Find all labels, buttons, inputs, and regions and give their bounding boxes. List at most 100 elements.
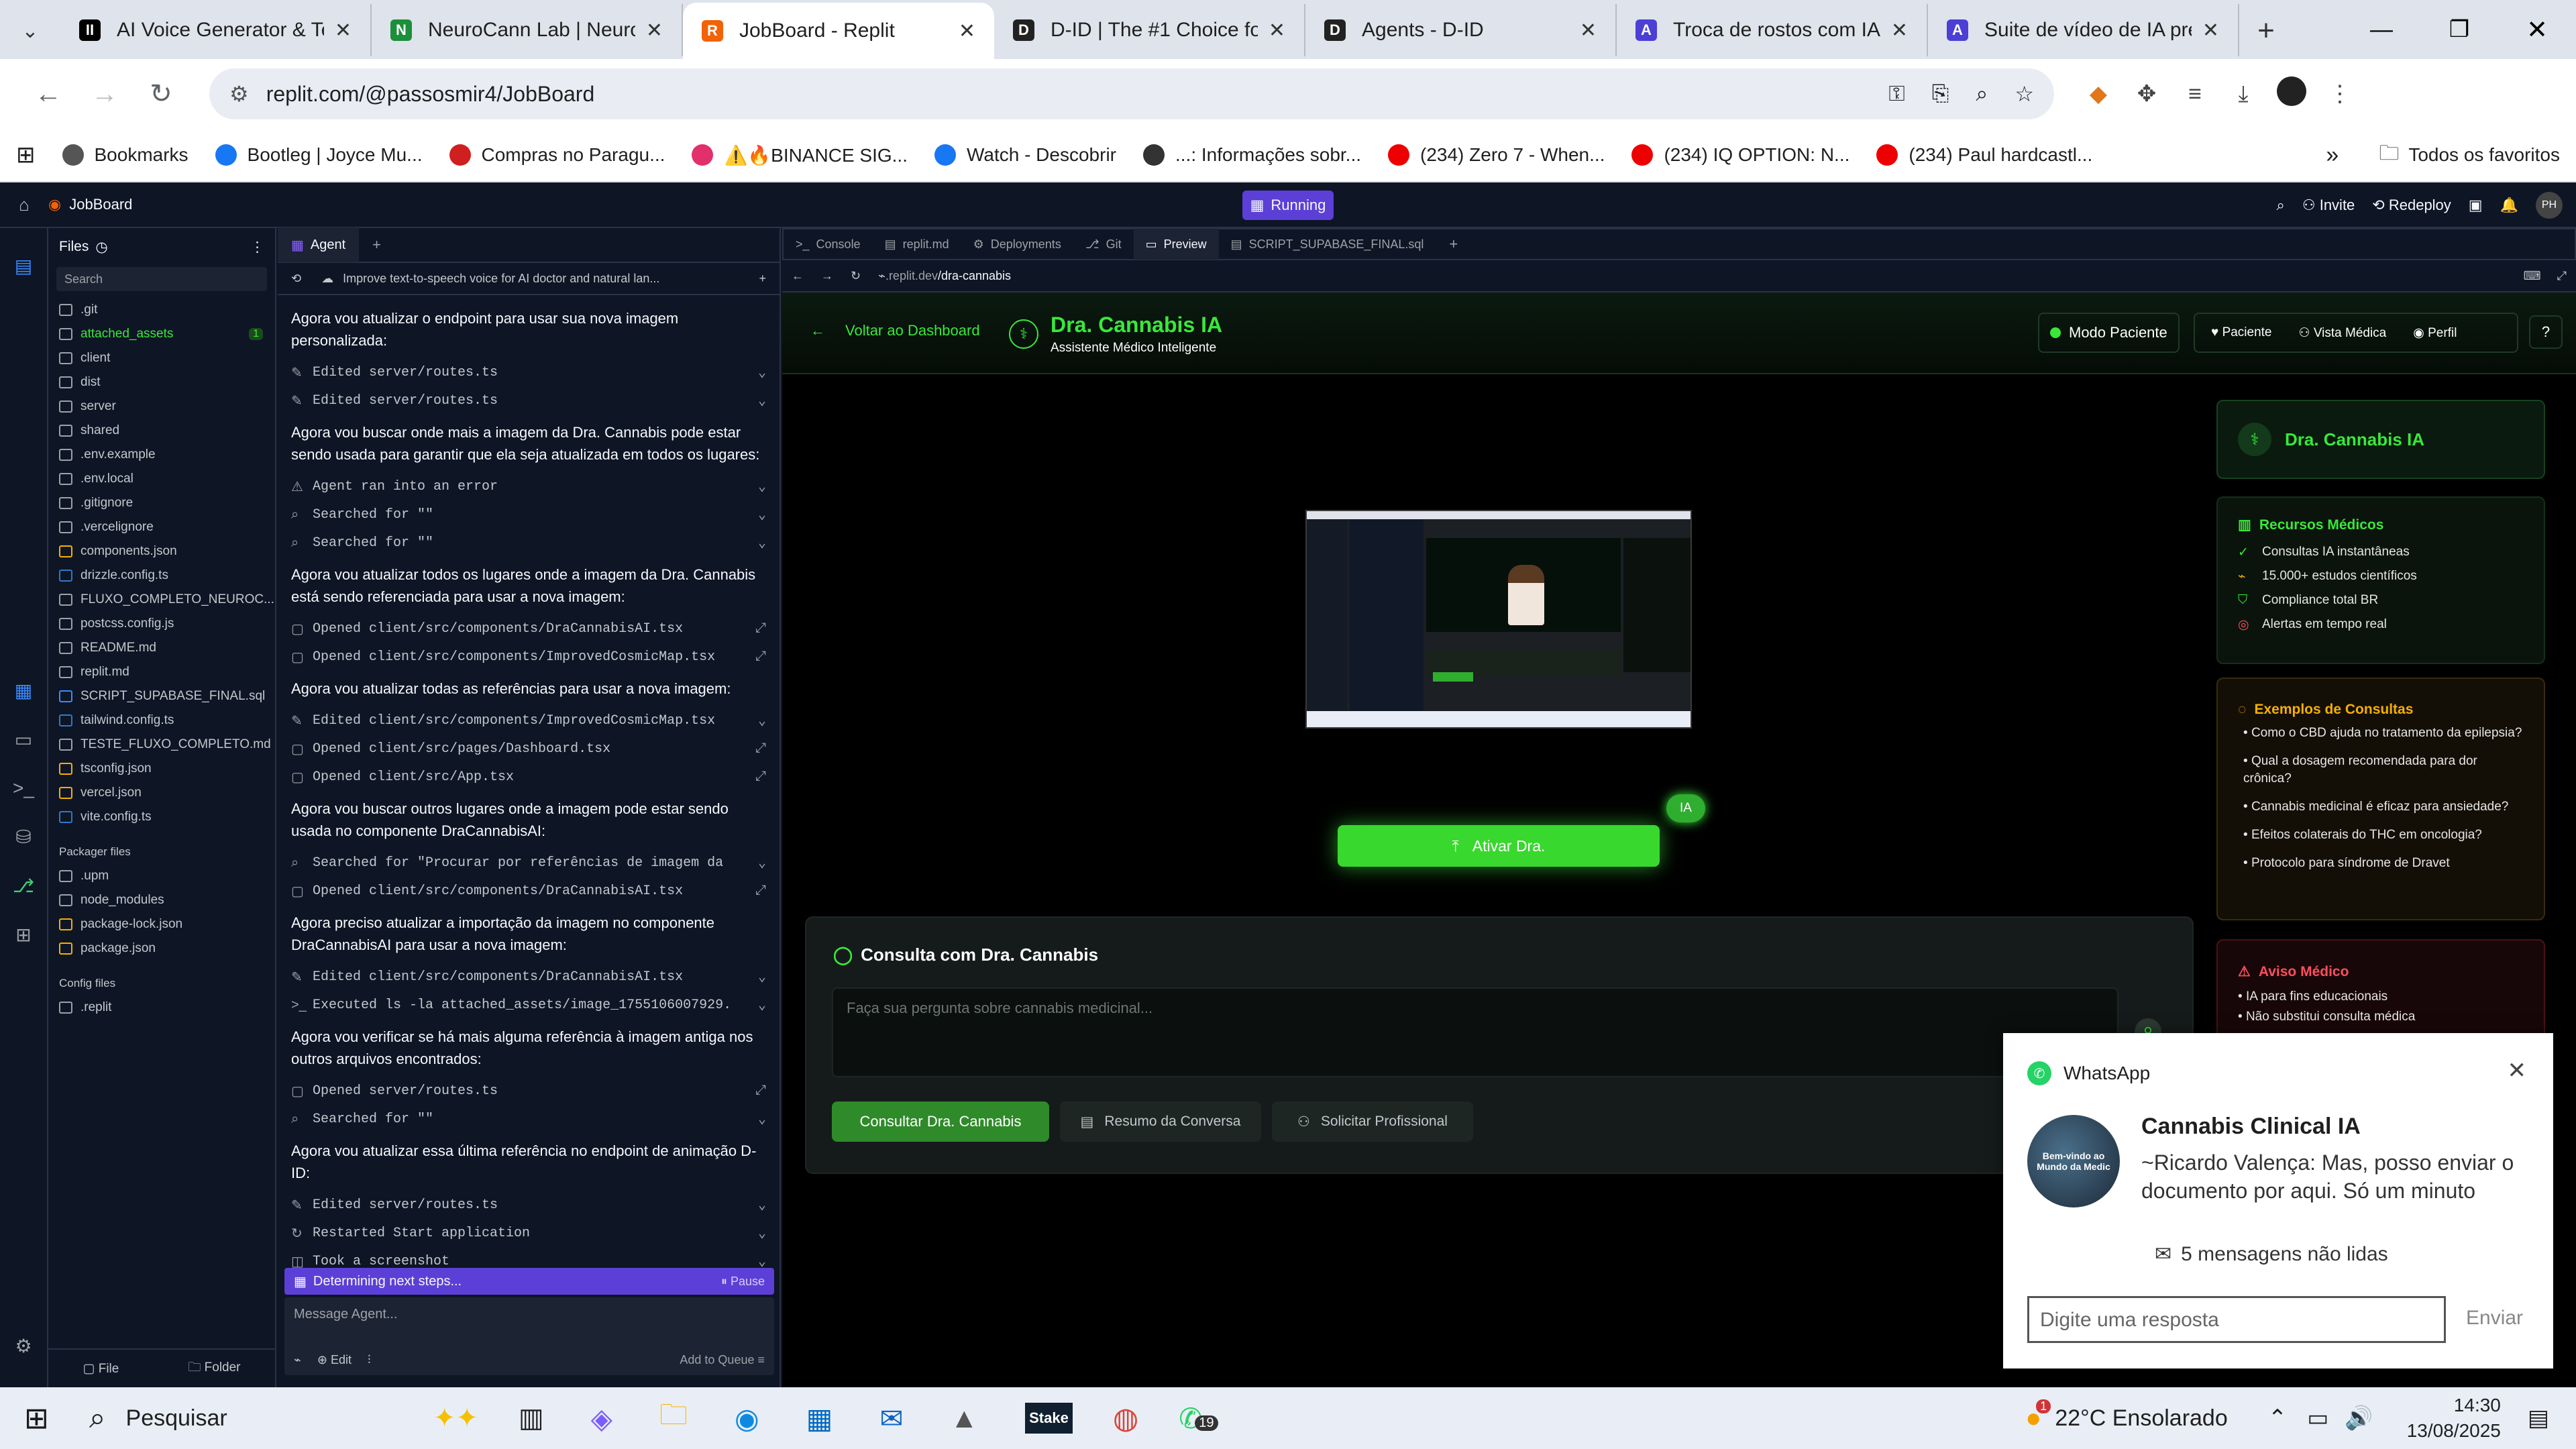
weather-text[interactable]: 22°C Ensolarado <box>2055 1405 2227 1432</box>
app-icon[interactable]: ▲ <box>951 1402 979 1434</box>
file-tree-item[interactable]: dist <box>48 370 275 394</box>
edit-mode-button[interactable]: ⊕ Edit <box>317 1353 352 1367</box>
nav-vista-medica[interactable]: ⚇ Vista Médica <box>2299 325 2387 341</box>
agent-action-row[interactable]: >_ Executed ls -la attached_assets/image_… <box>278 991 780 1019</box>
expand-icon[interactable]: ⌄ <box>758 968 766 985</box>
preview-devtools-icon[interactable]: ⌨ <box>2524 269 2541 283</box>
apps-icon[interactable]: ▦ <box>0 680 47 702</box>
volume-icon[interactable]: 🔊 <box>2345 1405 2373 1432</box>
summary-button[interactable]: ▤ Resumo da Conversa <box>1060 1102 1261 1142</box>
file-explorer-icon[interactable]: 🗀 <box>659 1395 688 1442</box>
file-tree-item[interactable]: .git <box>48 298 275 322</box>
example-query[interactable]: • Qual a dosagem recomendada para dor cr… <box>2238 753 2524 788</box>
agent-action-row[interactable]: ✎ Edited server/routes.ts ⌄ <box>278 386 780 415</box>
back-to-dashboard-link[interactable]: ← Voltar ao Dashboard <box>810 322 980 339</box>
file-tree-item[interactable]: package-lock.json <box>48 912 275 936</box>
new-folder-button[interactable]: 🗀 Folder <box>188 1358 240 1379</box>
expand-icon[interactable]: ⌄ <box>758 392 766 409</box>
file-tree-item[interactable]: replit.md <box>48 660 275 684</box>
zoom-icon[interactable]: ⌕ <box>1976 81 1988 107</box>
git-icon[interactable]: ⎇ <box>0 875 47 897</box>
home-icon[interactable]: ⌂ <box>0 195 48 215</box>
tab-close-icon[interactable]: ✕ <box>335 19 352 42</box>
add-to-queue-button[interactable]: Add to Queue ≡ <box>680 1353 765 1367</box>
install-icon[interactable]: ⎘ <box>1932 81 1949 107</box>
agent-action-row[interactable]: ✎ Edited client/src/components/DraCannabi… <box>278 963 780 991</box>
agent-action-row[interactable]: ▢ Opened server/routes.ts ⤢ <box>278 1077 780 1105</box>
metamask-extension-icon[interactable]: ◆ <box>2074 80 2123 107</box>
forward-arrow-icon[interactable]: → <box>76 79 133 109</box>
pause-button[interactable]: ⏸ Pause <box>721 1275 765 1289</box>
edge-icon[interactable]: ◉ <box>735 1402 759 1435</box>
activate-button[interactable]: ⤒ Ativar Dra. <box>1338 825 1660 867</box>
example-query[interactable]: • Efeitos colaterais do THC em oncologia… <box>2238 826 2524 844</box>
pane-tab[interactable]: ⚙ Deployments <box>961 229 1073 260</box>
agent-action-row[interactable]: ✎ Edited client/src/components/ImprovedCo… <box>278 706 780 735</box>
agent-action-row[interactable]: ✎ Edited server/routes.ts ⌄ <box>278 1191 780 1219</box>
expand-icon[interactable]: ⤢ <box>755 649 766 665</box>
file-tree-item[interactable]: SCRIPT_SUPABASE_FINAL.sql <box>48 684 275 708</box>
chrome-icon[interactable]: ◍ <box>1113 1401 1138 1436</box>
agent-action-row[interactable]: ▢ Opened client/src/App.tsx ⤢ <box>278 763 780 791</box>
file-tree-item[interactable]: tsconfig.json <box>48 757 275 781</box>
tools-icon[interactable]: ⊞ <box>0 924 47 946</box>
tab-agent[interactable]: ▦ Agent <box>278 227 360 262</box>
file-tree-item[interactable]: .env.example <box>48 443 275 467</box>
restore-button[interactable]: ❐ <box>2420 0 2498 59</box>
star-icon[interactable]: ☆ <box>2015 81 2034 107</box>
preview-forward-icon[interactable]: → <box>821 269 833 283</box>
reload-icon[interactable]: ↻ <box>133 78 189 109</box>
preview-url-path[interactable]: /dra-cannabis <box>938 269 1011 283</box>
new-file-button[interactable]: ▢ File <box>83 1361 119 1377</box>
download-icon[interactable]: ⤓ <box>2219 81 2267 107</box>
example-query[interactable]: • Como o CBD ajuda no tratamento da epil… <box>2238 724 2524 742</box>
thread-title[interactable]: Improve text-to-speech voice for AI doct… <box>343 272 659 286</box>
new-thread-icon[interactable]: + <box>759 272 766 286</box>
store-icon[interactable]: ▦ <box>806 1402 833 1435</box>
file-tree-item[interactable]: .vercelignore <box>48 515 275 539</box>
weather-icon[interactable]: ● 1 <box>2025 1399 2051 1434</box>
expand-icon[interactable]: ⤢ <box>755 1083 766 1099</box>
agent-action-row[interactable]: ⚠ Agent ran into an error ⌄ <box>278 472 780 500</box>
agent-action-row[interactable]: ⌕ Searched for "Procurar por referências … <box>278 849 780 877</box>
preview-icon[interactable]: ▭ <box>0 729 47 751</box>
bookmark-item[interactable]: ⚠️🔥BINANCE SIG... <box>692 144 908 166</box>
professional-button[interactable]: ⚇ Solicitar Profissional <box>1272 1102 1473 1142</box>
agent-action-row[interactable]: ↻ Restarted Start application ⌄ <box>278 1219 780 1247</box>
file-tree-item[interactable]: attached_assets 1 <box>48 322 275 346</box>
consult-textarea[interactable]: Faça sua pergunta sobre cannabis medicin… <box>832 987 2118 1077</box>
redeploy-button[interactable]: ⟲ Redeploy <box>2372 197 2451 214</box>
tab-close-icon[interactable]: ✕ <box>646 19 663 42</box>
site-info-icon[interactable]: ⚙ <box>229 81 249 107</box>
reply-input[interactable]: Digite uma resposta <box>2027 1296 2446 1343</box>
notifications-icon[interactable]: 🔔 <box>2500 197 2518 214</box>
expand-icon[interactable]: ⌄ <box>758 712 766 729</box>
files-icon[interactable]: ▤ <box>0 255 47 277</box>
settings-sliders-icon[interactable]: ⫶ <box>368 1353 371 1367</box>
profile-avatar[interactable] <box>2267 76 2316 112</box>
bookmark-item[interactable]: Compras no Paragu... <box>449 144 665 166</box>
consult-button[interactable]: Consultar Dra. Cannabis <box>832 1102 1049 1142</box>
bookmark-item[interactable]: ...: Informações sobr... <box>1143 144 1361 166</box>
agent-action-row[interactable]: ▢ Opened client/src/components/ImprovedCo… <box>278 643 780 671</box>
all-bookmarks[interactable]: Todos os favoritos <box>2408 144 2560 166</box>
file-tree-item[interactable]: README.md <box>48 636 275 660</box>
file-tree-item[interactable]: client <box>48 346 275 370</box>
files-menu-icon[interactable]: ⋮ <box>250 239 264 256</box>
invite-button[interactable]: ⚇ Invite <box>2302 197 2355 214</box>
agent-action-row[interactable]: ⌕ Searched for "" ⌄ <box>278 1105 780 1133</box>
attach-icon[interactable]: ⌁ <box>294 1353 301 1367</box>
nav-perfil[interactable]: ◉ Perfil <box>2413 325 2457 341</box>
browser-tab[interactable]: II AI Voice Generator & Text ✕ <box>60 4 372 56</box>
nav-paciente[interactable]: ♥ Paciente <box>2211 325 2272 340</box>
close-window-button[interactable]: ✕ <box>2498 0 2576 59</box>
preview-back-icon[interactable]: ← <box>792 269 804 283</box>
browser-menu-icon[interactable]: ⋮ <box>2316 80 2364 107</box>
file-tree-item[interactable]: package.json <box>48 936 275 961</box>
preview-url-host[interactable]: .replit.dev <box>885 269 938 283</box>
database-icon[interactable]: ⛁ <box>0 826 47 848</box>
bookmark-item[interactable]: Bootleg | Joyce Mu... <box>215 144 423 166</box>
bookmark-item[interactable]: (234) Zero 7 - When... <box>1388 144 1605 166</box>
bookmark-item[interactable]: Bookmarks <box>62 144 189 166</box>
search-icon[interactable]: ⌕ <box>2277 197 2285 214</box>
